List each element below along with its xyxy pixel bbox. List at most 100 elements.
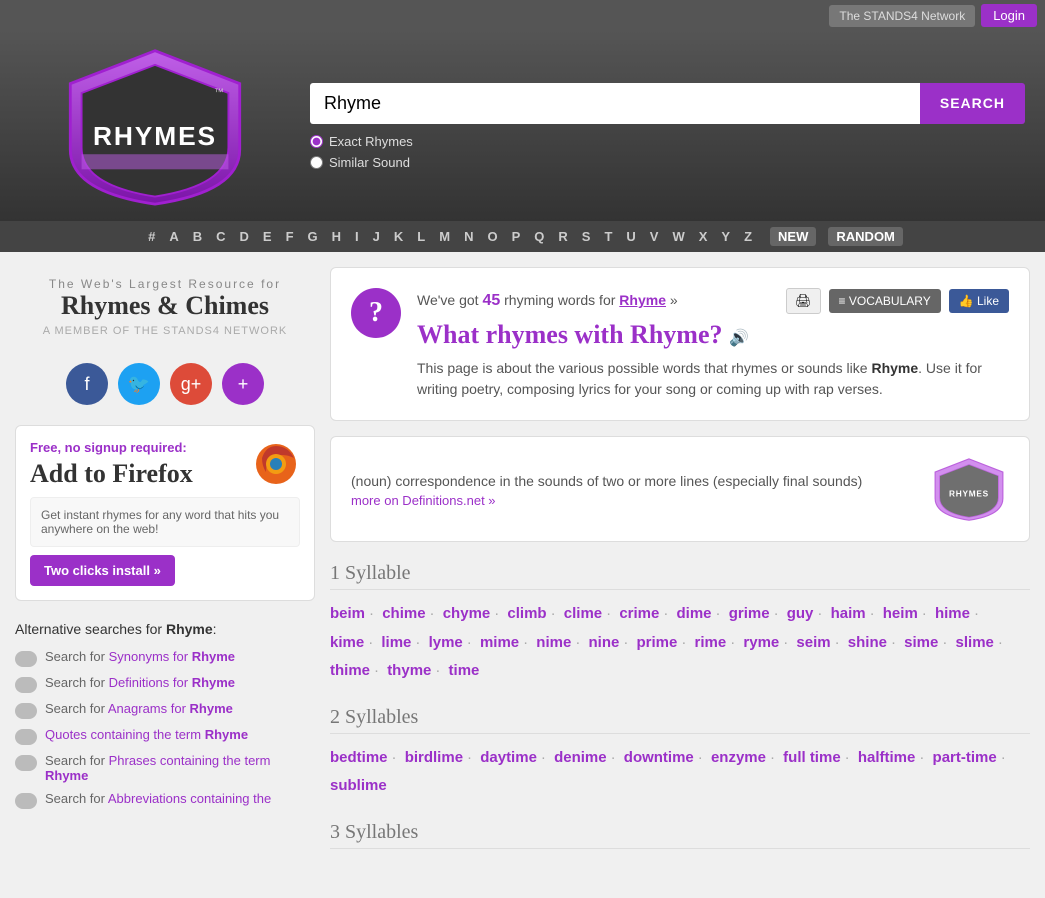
nav-g[interactable]: G [302,227,324,246]
rhyme-word[interactable]: hime [935,605,970,622]
nav-n[interactable]: N [458,227,479,246]
rhyme-word[interactable]: slime [956,634,994,651]
network-button[interactable]: The STANDS4 Network [829,5,975,27]
rhyme-word[interactable]: thyme [387,662,431,679]
sound-icon[interactable]: 🔊 [729,330,749,347]
rhyme-word[interactable]: lyme [429,634,463,651]
rhyme-word[interactable]: thime [330,662,370,679]
rhyme-word[interactable]: chyme [443,605,491,622]
add-icon[interactable]: + [222,363,264,405]
nav-w[interactable]: W [666,227,690,246]
rhyme-word[interactable]: downtime [624,749,694,766]
rhyme-word[interactable]: heim [883,605,918,622]
rhyme-word[interactable]: clime [564,605,602,622]
nav-i[interactable]: I [349,227,365,246]
alt-abbreviations: Search for Abbreviations containing the [15,787,315,813]
install-button[interactable]: Two clicks install » [30,555,175,586]
twitter-icon[interactable]: 🐦 [118,363,160,405]
rhyme-word[interactable]: beim [330,605,365,622]
nav-f[interactable]: F [280,227,300,246]
rhyme-word[interactable]: time [449,662,480,679]
rhyme-word[interactable]: bedtime [330,749,388,766]
login-button[interactable]: Login [981,4,1037,27]
nav-u[interactable]: U [620,227,641,246]
rhyme-word[interactable]: guy [787,605,814,622]
nav-d[interactable]: D [234,227,255,246]
rhyme-word[interactable]: sublime [330,777,387,794]
rhyme-word[interactable]: mime [480,634,519,651]
definitions-net-link[interactable]: more on Definitions.net » [351,493,496,508]
nav-p[interactable]: P [506,227,527,246]
rhyme-word[interactable]: lime [381,634,411,651]
nav-c[interactable]: C [210,227,231,246]
like-button[interactable]: 👍 Like [949,289,1009,313]
similar-sound-radio[interactable]: Similar Sound [310,155,1025,170]
rhyme-word[interactable]: halftime [858,749,916,766]
rhyme-word[interactable]: dime [677,605,712,622]
definition-text: (noun) correspondence in the sounds of t… [351,470,862,492]
googleplus-icon[interactable]: g+ [170,363,212,405]
search-button[interactable]: SEARCH [920,83,1025,124]
nav-z[interactable]: Z [738,227,758,246]
nav-m[interactable]: M [433,227,456,246]
anagrams-link[interactable]: Anagrams for Rhyme [108,701,233,716]
nav-s[interactable]: S [576,227,597,246]
rhyme-word[interactable]: kime [330,634,364,651]
count-line: We've got 45 rhyming words for Rhyme » [417,292,678,310]
nav-r[interactable]: R [552,227,573,246]
definition-box: (noun) correspondence in the sounds of t… [330,436,1030,542]
search-area: SEARCH Exact Rhymes Similar Sound [310,83,1025,170]
rhyme-word[interactable]: grime [729,605,770,622]
nav-new[interactable]: NEW [770,227,816,246]
rhyme-word[interactable]: full time [783,749,841,766]
alt-search-word: Rhyme [166,621,213,637]
nav-x[interactable]: X [693,227,714,246]
abbreviations-link[interactable]: Abbreviations containing the [108,791,271,806]
rhyme-word[interactable]: climb [507,605,546,622]
nav-o[interactable]: O [481,227,503,246]
nav-q[interactable]: Q [528,227,550,246]
search-input[interactable] [310,83,920,124]
facebook-icon[interactable]: f [66,363,108,405]
rhyme-word[interactable]: haim [831,605,866,622]
nav-y[interactable]: Y [715,227,736,246]
rhyme-word[interactable]: rime [695,634,727,651]
nav-t[interactable]: T [598,227,618,246]
synonyms-link[interactable]: Synonyms for Rhyme [109,649,235,664]
vocabulary-button[interactable]: ≡ VOCABULARY [829,289,941,313]
rhyme-word[interactable]: denime [554,749,607,766]
nav-hash[interactable]: # [142,227,161,246]
word-link[interactable]: Rhyme [619,292,666,308]
rhyme-word[interactable]: prime [637,634,678,651]
rhyme-count: 45 [482,292,500,309]
rhyme-word[interactable]: chime [382,605,425,622]
rhyme-word[interactable]: shine [848,634,887,651]
rhyme-word[interactable]: seim [796,634,830,651]
phrases-link[interactable]: Phrases containing the term Rhyme [45,753,270,783]
nav-k[interactable]: K [388,227,409,246]
rhyme-word[interactable]: nime [536,634,571,651]
rhyme-word[interactable]: sime [904,634,938,651]
nav-j[interactable]: J [367,227,386,246]
nav-h[interactable]: H [326,227,347,246]
rhyme-word[interactable]: nine [588,634,619,651]
nav-l[interactable]: L [411,227,431,246]
rhyme-word[interactable]: enzyme [711,749,766,766]
alt-synonyms: Search for Synonyms for Rhyme [15,645,315,671]
nav-random[interactable]: RANDOM [828,227,903,246]
site-tagline: The Web's Largest Resource for Rhymes & … [15,267,315,347]
rhyme-word[interactable]: daytime [480,749,537,766]
exact-rhymes-radio[interactable]: Exact Rhymes [310,134,1025,149]
rhyme-word[interactable]: ryme [743,634,779,651]
print-button[interactable]: 🖨 [786,288,821,314]
nav-a[interactable]: A [163,227,184,246]
nav-v[interactable]: V [644,227,665,246]
rhyme-word[interactable]: crime [619,605,659,622]
social-icons: f 🐦 g+ + [15,357,315,415]
rhyme-word[interactable]: birdlime [405,749,463,766]
nav-b[interactable]: B [187,227,208,246]
quotes-link[interactable]: Quotes containing the term Rhyme [45,727,248,742]
rhyme-word[interactable]: part-time [933,749,997,766]
definitions-link[interactable]: Definitions for Rhyme [109,675,235,690]
nav-e[interactable]: E [257,227,278,246]
